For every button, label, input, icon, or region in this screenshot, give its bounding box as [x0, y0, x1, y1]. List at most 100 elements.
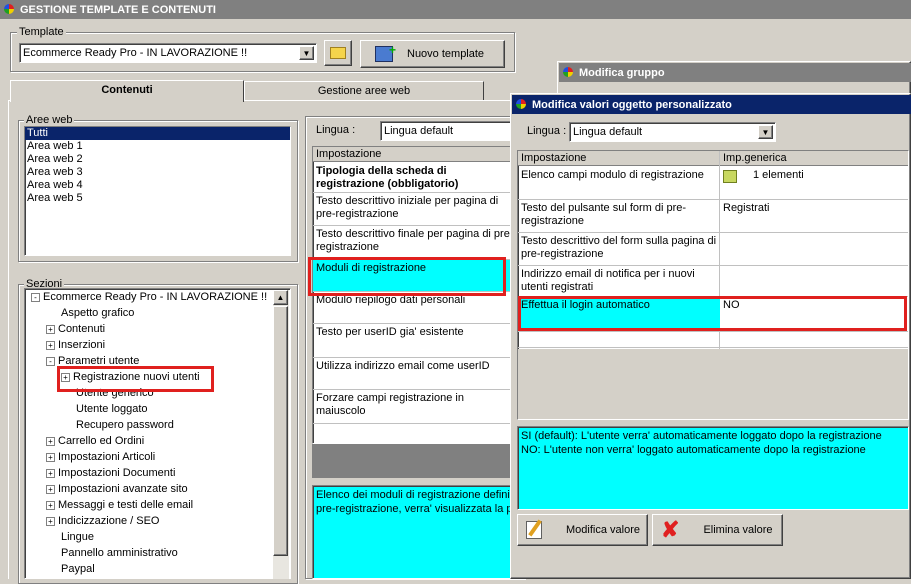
tree-leaf-icon: [46, 533, 58, 542]
tree-item[interactable]: Utente loggato: [25, 401, 290, 417]
tab-contenuti[interactable]: Contenuti: [10, 80, 244, 102]
dialog-lingua-select[interactable]: Lingua default ▼: [569, 122, 776, 142]
empty-row: [518, 332, 908, 348]
new-template-button[interactable]: + Nuovo template: [360, 40, 505, 68]
dialog-row-name[interactable]: Testo descrittivo del form sulla pagina …: [518, 233, 720, 266]
aree-web-item[interactable]: Area web 4: [25, 179, 290, 192]
tree-item[interactable]: + Impostazioni avanzate sito: [25, 481, 290, 497]
tab-label: Contenuti: [101, 84, 153, 96]
tree-item[interactable]: Recupero password: [25, 417, 290, 433]
aree-web-item[interactable]: Area web 5: [25, 192, 290, 205]
delete-x-icon: ✘: [661, 517, 680, 542]
impostazione-row[interactable]: Testo descrittivo iniziale per pagina di…: [313, 193, 519, 226]
aree-web-item[interactable]: Area web 1: [25, 140, 290, 153]
expand-icon[interactable]: +: [46, 340, 55, 350]
expand-icon[interactable]: +: [46, 324, 55, 334]
scroll-up-icon[interactable]: ▲: [273, 290, 288, 305]
tree-item[interactable]: + Messaggi e testi delle email: [25, 497, 290, 513]
dialog-row-value[interactable]: 1 elementi: [720, 167, 908, 200]
dialog-row-value[interactable]: [720, 233, 908, 266]
dialog-row-name[interactable]: Testo del pulsante sul form di pre-regis…: [518, 200, 720, 233]
dialog-row-name[interactable]: Elenco campi modulo di registrazione: [518, 167, 720, 200]
dialog-col-impostazione: Impostazione: [518, 151, 720, 166]
aree-web-label: Aree web: [24, 114, 75, 126]
lingua-select-value: Lingua default: [384, 125, 454, 137]
template-select-value: Ecommerce Ready Pro - IN LAVORAZIONE !!: [23, 47, 248, 59]
impostazione-row[interactable]: Utilizza indirizzo email come userID: [313, 358, 519, 390]
tree-leaf-icon: [46, 549, 58, 558]
template-select[interactable]: Ecommerce Ready Pro - IN LAVORAZIONE !! …: [19, 43, 317, 63]
aree-web-list[interactable]: Tutti Area web 1 Area web 2 Area web 3 Area …: [24, 126, 291, 256]
aree-web-item[interactable]: Area web 2: [25, 153, 290, 166]
dialog-row-name[interactable]: Indirizzo email di notifica per i nuovi …: [518, 266, 720, 297]
open-folder-button[interactable]: [324, 40, 352, 66]
tree-item[interactable]: + Carrello ed Ordini: [25, 433, 290, 449]
collapse-icon[interactable]: -: [46, 356, 55, 366]
tree-item[interactable]: + Inserzioni: [25, 337, 290, 353]
tree-item[interactable]: - Ecommerce Ready Pro - IN LAVORAZIONE !!: [25, 289, 290, 305]
collapse-icon[interactable]: -: [31, 292, 40, 302]
dialog-grid[interactable]: Impostazione Imp.generica Elenco campi m…: [517, 150, 909, 420]
tree-item[interactable]: Pannello amministrativo: [25, 545, 290, 561]
tree-item[interactable]: + Impostazioni Documenti: [25, 465, 290, 481]
tree-item-label: Indicizzazione / SEO: [58, 515, 160, 527]
grid-empty-area: [518, 349, 908, 419]
tree-leaf-icon: [46, 309, 58, 318]
expand-icon[interactable]: +: [46, 516, 55, 526]
impostazione-row[interactable]: Forzare campi registrazione in maiuscolo: [313, 390, 519, 424]
sezioni-tree[interactable]: - Ecommerce Ready Pro - IN LAVORAZIONE !!…: [24, 288, 291, 579]
app-icon: [514, 98, 529, 111]
expand-icon[interactable]: +: [46, 468, 55, 478]
modifica-gruppo-title-bar: Modifica gruppo: [559, 63, 911, 82]
elimina-valore-label: Elimina valore: [703, 524, 773, 536]
tree-item-label: Recupero password: [76, 419, 174, 431]
tree-item[interactable]: Aspetto grafico: [25, 305, 290, 321]
tree-item[interactable]: + Indicizzazione / SEO: [25, 513, 290, 529]
aree-web-item[interactable]: Tutti: [25, 127, 290, 140]
sezioni-scrollbar[interactable]: ▲: [273, 290, 289, 579]
grid-empty-area: [312, 444, 520, 478]
tree-item[interactable]: + Impostazioni Articoli: [25, 449, 290, 465]
tab-gestione-aree-web[interactable]: Gestione aree web: [244, 81, 484, 101]
dialog-row-value[interactable]: [720, 266, 908, 297]
tree-item[interactable]: + Contenuti: [25, 321, 290, 337]
chevron-down-icon[interactable]: ▼: [758, 125, 773, 139]
lingua-select[interactable]: Lingua default: [380, 121, 520, 141]
dialog-row-value[interactable]: Registrati: [720, 200, 908, 233]
impostazione-row[interactable]: Testo descrittivo finale per pagina di p…: [313, 226, 519, 260]
template-group-label: Template: [17, 26, 66, 38]
aree-web-item[interactable]: Area web 3: [25, 166, 290, 179]
expand-icon[interactable]: +: [46, 500, 55, 510]
tree-item-label: Ecommerce Ready Pro - IN LAVORAZIONE !!: [43, 291, 268, 303]
chevron-down-icon[interactable]: ▼: [299, 46, 314, 60]
tree-item[interactable]: Paypal: [25, 561, 290, 577]
scroll-thumb[interactable]: [273, 306, 288, 556]
tree-item[interactable]: Lingue: [25, 529, 290, 545]
dialog-title: Modifica valori oggetto personalizzato: [532, 98, 732, 111]
impostazione-row[interactable]: Testo per userID gia' esistente: [313, 324, 519, 358]
dialog-info-box: SI (default): L'utente verra' automatica…: [517, 426, 909, 510]
tree-item-label: Impostazioni avanzate sito: [58, 483, 188, 495]
callout-box-registrazione: [57, 366, 214, 392]
modifica-valore-button[interactable]: Modifica valore: [517, 514, 648, 546]
elimina-valore-button[interactable]: ✘ Elimina valore: [652, 514, 783, 546]
expand-icon[interactable]: +: [46, 484, 55, 494]
impostazione-row[interactable]: Modulo riepilogo dati personali: [313, 292, 519, 324]
info-line-si: SI (default): L'utente verra' automatica…: [521, 430, 882, 442]
expand-icon[interactable]: +: [46, 436, 55, 446]
tree-item-label: Messaggi e testi delle email: [58, 499, 194, 511]
expand-icon[interactable]: +: [46, 452, 55, 462]
app-icon: [561, 66, 576, 79]
description-box: Elenco dei moduli di registrazione defin…: [312, 485, 520, 579]
modifica-valore-label: Modifica valore: [566, 524, 640, 536]
tree-item-label: Contenuti: [58, 323, 106, 335]
tree-item-label: Inserzioni: [58, 339, 106, 351]
dialog-title-bar: Modifica valori oggetto personalizzato: [512, 95, 911, 114]
new-template-icon: +: [375, 43, 396, 62]
impostazione-row[interactable]: Tipologia della scheda di registrazione …: [313, 163, 519, 193]
tree-item-label: Paypal: [61, 563, 95, 575]
grid-header: Impostazione: [313, 147, 519, 162]
tree-leaf-icon: [61, 405, 73, 414]
tab-label: Gestione aree web: [317, 85, 411, 97]
tree-leaf-icon: [61, 421, 73, 430]
